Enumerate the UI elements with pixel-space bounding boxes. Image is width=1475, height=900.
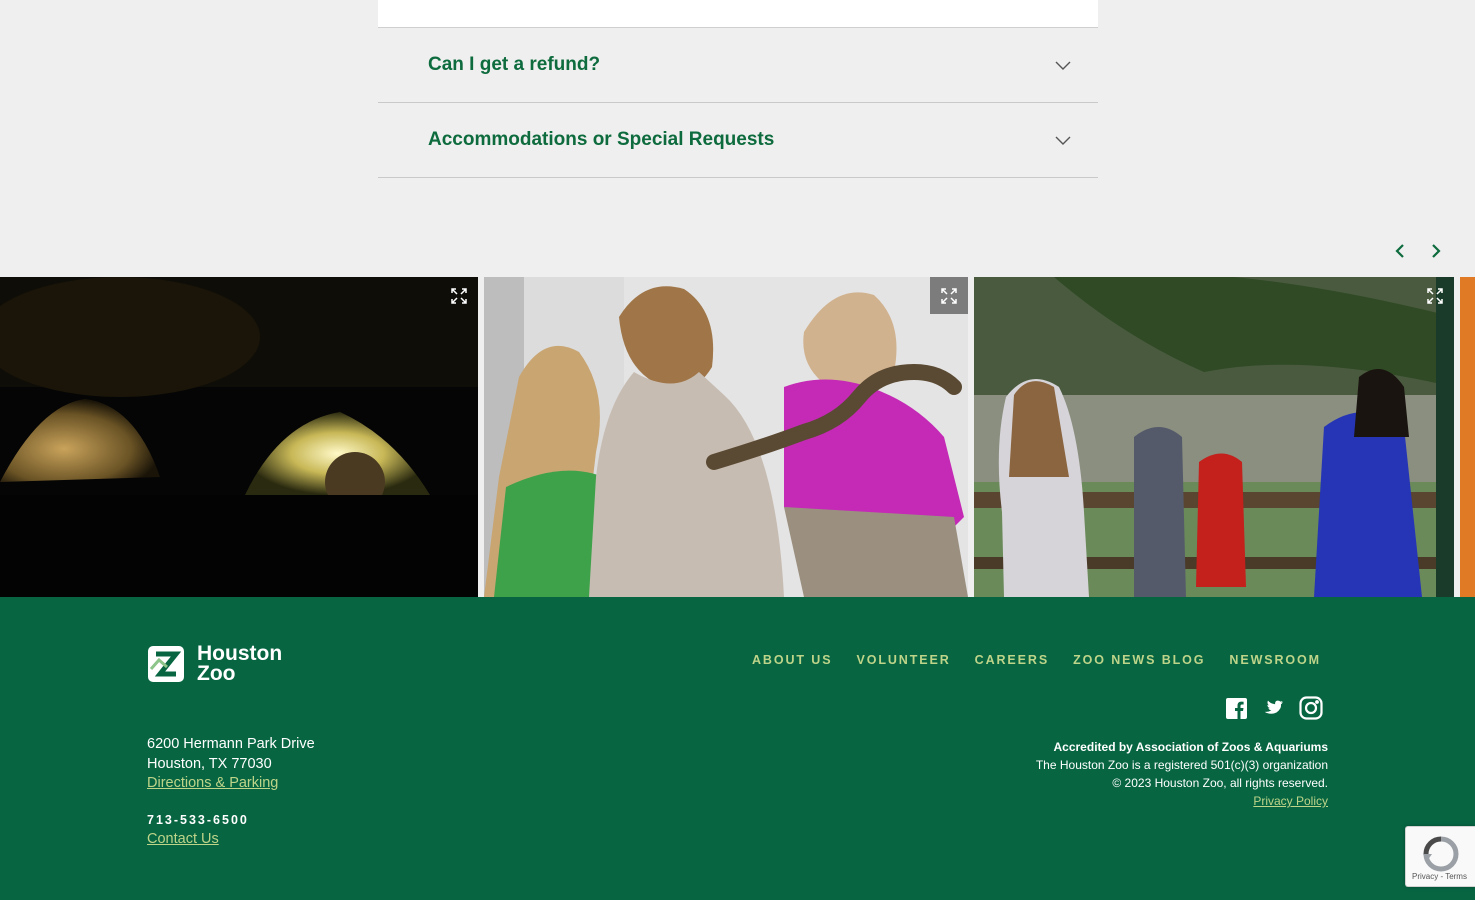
gallery-photo-camping[interactable]	[0, 277, 478, 597]
chevron-down-icon[interactable]	[1054, 133, 1072, 147]
site-footer: Houston Zoo 6200 Hermann Park Drive Hous…	[0, 597, 1475, 900]
gallery-photo-partial[interactable]	[1460, 277, 1475, 597]
recaptcha-icon	[1423, 836, 1459, 872]
logo-line-zoo: Zoo	[197, 662, 236, 685]
phone-number[interactable]: 713-533-6500	[147, 813, 249, 827]
logo-line-houston: Houston	[197, 642, 283, 665]
twitter-icon[interactable]	[1263, 700, 1283, 717]
chevron-right-icon[interactable]	[1429, 240, 1443, 262]
faq-top-panel	[378, 0, 1098, 28]
photo-gallery	[0, 277, 1475, 597]
copyright-text: © 2023 Houston Zoo, all rights reserved.	[1112, 776, 1328, 790]
contact-us-link[interactable]: Contact Us	[147, 831, 219, 847]
accreditation-text: Accredited by Association of Zoos & Aqua…	[1053, 740, 1329, 754]
gallery-photo-visitors[interactable]	[974, 277, 1454, 597]
expand-icon[interactable]	[440, 277, 478, 314]
camping-tents-image	[0, 277, 478, 597]
footer-nav: ABOUT US VOLUNTEER CAREERS ZOO NEWS BLOG…	[752, 653, 1321, 667]
expand-icon[interactable]	[930, 277, 968, 314]
gallery-nav	[1393, 240, 1443, 262]
faq-item-accommodations[interactable]: Accommodations or Special Requests	[378, 103, 1098, 178]
gallery-photo-snake[interactable]	[484, 277, 968, 597]
footer-nav-volunteer[interactable]: VOLUNTEER	[856, 653, 950, 667]
footer-nav-newsroom[interactable]: NEWSROOM	[1229, 653, 1321, 667]
faq-question: Accommodations or Special Requests	[428, 129, 775, 150]
faq-item-refund[interactable]: Can I get a refund?	[378, 28, 1098, 103]
address-street: 6200 Hermann Park Drive	[147, 736, 315, 752]
footer-nav-zoo-news-blog[interactable]: ZOO NEWS BLOG	[1073, 653, 1205, 667]
facebook-icon[interactable]	[1226, 697, 1247, 719]
nonprofit-text: The Houston Zoo is a registered 501(c)(3…	[1035, 758, 1328, 772]
instagram-icon[interactable]	[1299, 696, 1323, 720]
chevron-left-icon[interactable]	[1393, 240, 1407, 262]
footer-nav-careers[interactable]: CAREERS	[975, 653, 1049, 667]
footer-nav-about-us[interactable]: ABOUT US	[752, 653, 832, 667]
address-block: 6200 Hermann Park Drive Houston, TX 7703…	[147, 735, 315, 794]
legal-block: Accredited by Association of Zoos & Aqua…	[1036, 738, 1328, 810]
faq-question: Can I get a refund?	[428, 54, 601, 75]
social-links	[1226, 696, 1323, 720]
houston-zoo-logo[interactable]: Houston Zoo	[147, 642, 283, 685]
kids-with-snake-image	[484, 277, 968, 597]
expand-icon[interactable]	[1416, 277, 1454, 314]
privacy-policy-link[interactable]: Privacy Policy	[1036, 792, 1328, 810]
chevron-down-icon[interactable]	[1054, 58, 1072, 72]
recaptcha-terms[interactable]: Privacy - Terms	[1412, 872, 1467, 881]
directions-parking-link[interactable]: Directions & Parking	[147, 774, 315, 794]
recaptcha-badge[interactable]: Privacy - Terms	[1405, 826, 1475, 887]
address-city: Houston, TX 77030	[147, 755, 272, 772]
zoo-logo-mark-icon	[148, 646, 184, 682]
visitors-at-exhibit-image	[974, 277, 1454, 597]
